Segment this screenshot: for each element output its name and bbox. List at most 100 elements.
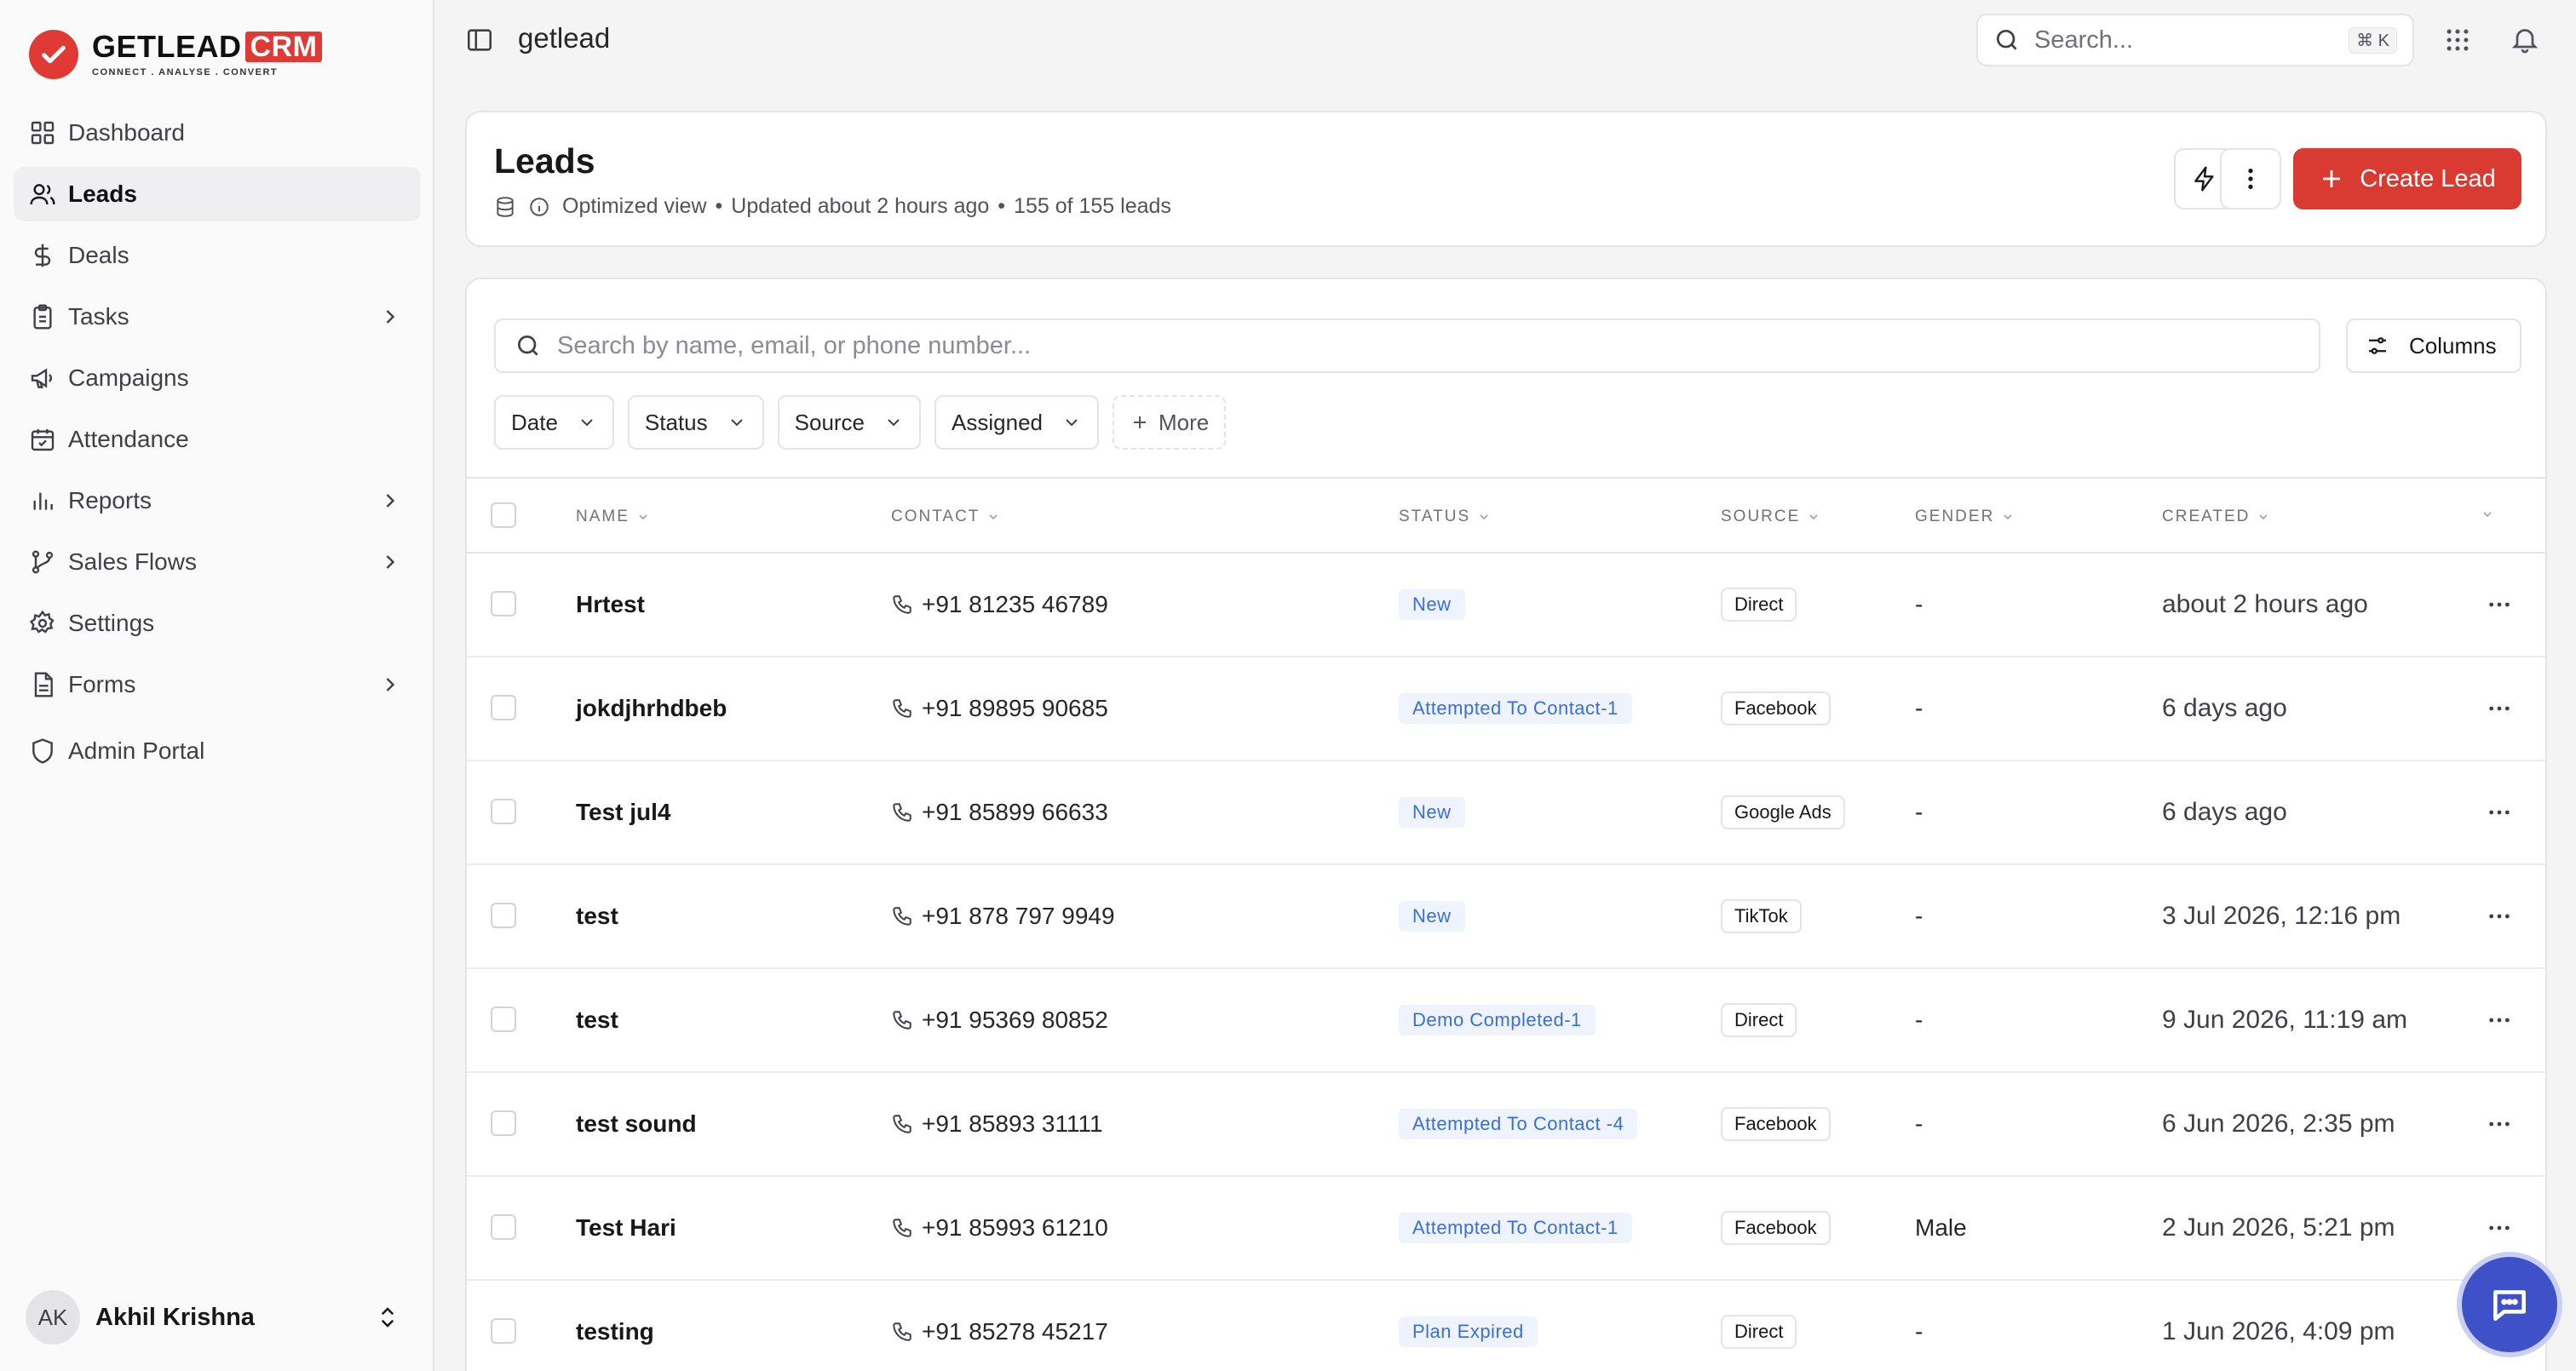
lead-contact[interactable]: +91 878 797 9949 [891, 865, 1115, 967]
row-actions-button[interactable] [2486, 554, 2513, 656]
row-checkbox[interactable] [491, 695, 516, 720]
lead-contact[interactable]: +91 85893 31111 [891, 1073, 1103, 1175]
lead-contact[interactable]: +91 89895 90685 [891, 657, 1108, 760]
sidebar-item-dashboard[interactable]: Dashboard [14, 106, 421, 160]
sidebar-item-leads[interactable]: Leads [14, 167, 421, 221]
phone-icon [893, 699, 911, 718]
users-icon [30, 184, 55, 205]
status-filter[interactable]: Status [627, 395, 764, 450]
filter-bar: Date Status Source Assigned More [494, 395, 1239, 450]
column-header-name[interactable]: NAME [576, 508, 650, 526]
assigned-filter[interactable]: Assigned [934, 395, 1099, 450]
table-row[interactable]: testing +91 85278 45217 Plan Expired Direct… [467, 1281, 2545, 1371]
chevrons-up-down-icon [381, 1307, 394, 1328]
git-branch-icon [32, 550, 54, 574]
lead-name[interactable]: Hrtest [576, 554, 645, 656]
lead-status: New [1399, 761, 1465, 863]
sort-chevron-icon [639, 514, 647, 520]
row-checkbox[interactable] [491, 903, 516, 928]
lead-name[interactable]: testing [576, 1281, 654, 1371]
table-row[interactable]: Hrtest +91 81235 46789 New Direct - about 2 h… [467, 554, 2545, 657]
more-horizontal-icon [2489, 706, 2510, 711]
view-label: Optimized view [562, 194, 707, 218]
sidebar-item-attendance[interactable]: Attendance [14, 412, 421, 467]
status-badge: New [1399, 797, 1465, 828]
row-actions-button[interactable] [2486, 969, 2513, 1071]
sidebar-item-settings[interactable]: Settings [14, 596, 421, 651]
column-header-created[interactable]: CREATED [2162, 508, 2270, 526]
sidebar-item-admin-portal[interactable]: Admin Portal [14, 724, 421, 778]
sidebar-item-forms[interactable]: Forms [14, 657, 421, 712]
brand-logo[interactable]: GETLEAD CRM CONNECT . ANALYSE . CONVERT [29, 29, 323, 80]
sidebar-item-reports[interactable]: Reports [14, 473, 421, 528]
row-actions-button[interactable] [2486, 657, 2513, 760]
clipboard-icon [33, 304, 52, 330]
sidebar-item-campaigns[interactable]: Campaigns [14, 351, 421, 405]
lead-name[interactable]: test sound [576, 1073, 697, 1175]
chat-support-button[interactable] [2462, 1257, 2557, 1352]
source-filter[interactable]: Source [777, 395, 922, 450]
sort-chevron-icon [989, 514, 998, 520]
lead-name[interactable]: Test Hari [576, 1177, 676, 1279]
column-header-contact[interactable]: CONTACT [891, 508, 1000, 526]
lead-created: 3 Jul 2026, 12:16 pm [2162, 902, 2401, 930]
row-checkbox[interactable] [491, 591, 516, 617]
lead-name[interactable]: jokdjhrhdbeb [576, 657, 727, 760]
lead-name[interactable]: test [576, 969, 618, 1071]
more-actions-button[interactable] [2220, 148, 2281, 209]
sidebar-toggle-icon[interactable] [465, 26, 494, 54]
lead-search[interactable] [494, 318, 2320, 373]
column-header-source[interactable]: SOURCE [1721, 508, 1820, 526]
row-actions-button[interactable] [2486, 865, 2513, 967]
lead-name[interactable]: test [576, 865, 618, 967]
row-checkbox[interactable] [491, 1007, 516, 1032]
table-row[interactable]: test sound +91 85893 31111 Attempted To Co… [467, 1073, 2545, 1177]
vertical-dots-icon [2248, 169, 2253, 189]
lead-contact[interactable]: +91 95369 80852 [891, 969, 1108, 1071]
column-header-gender[interactable]: GENDER [1915, 508, 2015, 526]
sidebar-item-tasks[interactable]: Tasks [14, 290, 421, 344]
source-badge: Facebook [1721, 1107, 1831, 1141]
sidebar-item-sales-flows[interactable]: Sales Flows [14, 535, 421, 589]
columns-button[interactable]: Columns [2346, 318, 2521, 373]
page-subtitle: Optimized view • Updated about 2 hours a… [494, 194, 1171, 219]
table-row[interactable]: Test Hari +91 85993 61210 Attempted To Con… [467, 1177, 2545, 1281]
user-menu[interactable]: AK Akhil Krishna [26, 1288, 409, 1347]
row-actions-button[interactable] [2486, 1073, 2513, 1175]
lead-contact[interactable]: +91 85278 45217 [891, 1281, 1108, 1371]
status-badge: Attempted To Contact -4 [1399, 1109, 1638, 1139]
leads-table-card: Columns Date Status Source Assigned More… [465, 278, 2547, 1371]
lead-contact[interactable]: +91 85993 61210 [891, 1177, 1108, 1279]
info-icon[interactable] [528, 196, 550, 218]
lead-status: Attempted To Contact-1 [1399, 657, 1632, 760]
table-row[interactable]: jokdjhrhdbeb +91 89895 90685 Attempted To … [467, 657, 2545, 761]
table-row[interactable]: test +91 95369 80852 Demo Completed-1 Direc… [467, 969, 2545, 1073]
lead-name[interactable]: Test jul4 [576, 761, 671, 863]
table-row[interactable]: Test jul4 +91 85899 66633 New Google Ads - 6 … [467, 761, 2545, 865]
lead-contact[interactable]: +91 85899 66633 [891, 761, 1108, 863]
lead-search-input[interactable] [557, 331, 2300, 360]
select-all-checkbox[interactable] [491, 502, 516, 528]
lead-gender: - [1915, 1007, 1923, 1033]
filter-label: Source [794, 409, 865, 435]
create-lead-button[interactable]: Create Lead [2293, 148, 2521, 209]
bell-icon[interactable] [2510, 24, 2540, 54]
row-checkbox[interactable] [491, 799, 516, 824]
row-checkbox[interactable] [491, 1214, 516, 1240]
workspace-name: getlead [518, 22, 611, 54]
table-row[interactable]: test +91 878 797 9949 New TikTok - 3 Jul 2026… [467, 865, 2545, 969]
column-options[interactable] [2474, 508, 2494, 521]
apps-grid-icon[interactable] [2443, 26, 2472, 54]
row-actions-button[interactable] [2486, 761, 2513, 863]
date-filter[interactable]: Date [494, 395, 614, 450]
lead-contact[interactable]: +91 81235 46789 [891, 554, 1108, 656]
global-search[interactable]: Search... ⌘ K [1976, 14, 2414, 66]
more-filters-button[interactable]: More [1113, 395, 1227, 450]
row-checkbox[interactable] [491, 1318, 516, 1344]
sidebar-item-deals[interactable]: Deals [14, 228, 421, 283]
column-header-status[interactable]: STATUS [1399, 508, 1491, 526]
file-text-icon [34, 672, 53, 697]
page-header: Leads Optimized view • Updated about 2 h… [465, 111, 2547, 247]
phone-icon [893, 1115, 911, 1133]
row-checkbox[interactable] [491, 1110, 516, 1136]
